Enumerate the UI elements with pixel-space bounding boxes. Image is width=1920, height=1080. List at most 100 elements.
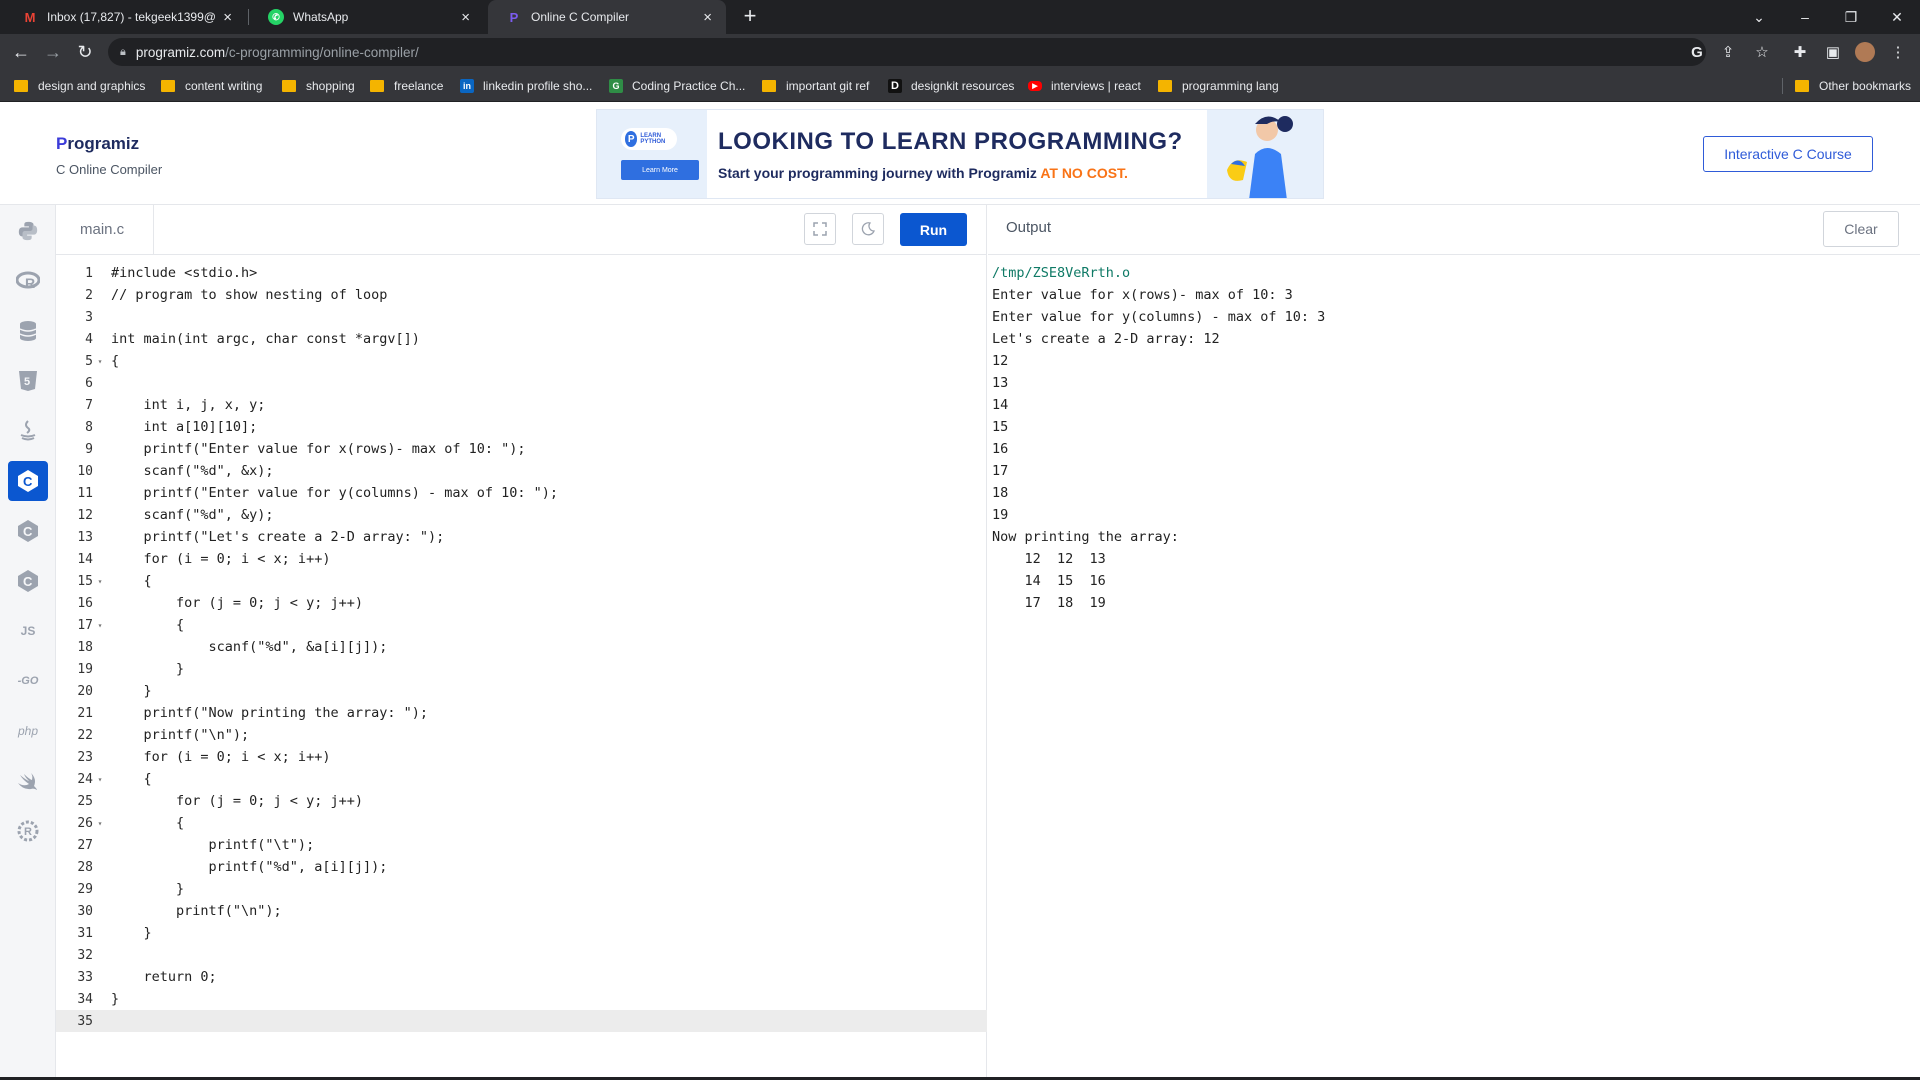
output-console[interactable]: /tmp/ZSE8VeRrth.o Enter value for x(rows)… <box>992 262 1325 614</box>
go-icon[interactable]: -GO <box>8 661 48 701</box>
side-panel-icon[interactable]: ▣ <box>1823 42 1843 62</box>
rust-icon[interactable]: R <box>8 811 48 851</box>
tab-gmail[interactable]: M Inbox (17,827) - tekgeek1399@gm × <box>4 0 246 34</box>
csharp-icon[interactable]: C <box>8 561 48 601</box>
bookmark-item[interactable]: content writing <box>161 77 262 95</box>
learn-more-button[interactable]: Learn More <box>621 160 699 180</box>
javascript-icon[interactable]: JS <box>8 611 48 651</box>
interactive-c-course-button[interactable]: Interactive C Course <box>1703 136 1873 172</box>
bookmark-item[interactable]: shopping <box>282 77 355 95</box>
new-tab-button[interactable]: + <box>738 5 762 29</box>
code-line[interactable]: 21 printf("Now printing the array: "); <box>56 702 987 724</box>
code-line[interactable]: 30 printf("\n"); <box>56 900 987 922</box>
code-line[interactable]: 2 // program to show nesting of loop <box>56 284 987 306</box>
cpp-icon[interactable]: C <box>8 511 48 551</box>
code-line[interactable]: 31 } <box>56 922 987 944</box>
code-line[interactable]: 5 ▾ { <box>56 350 987 372</box>
close-icon[interactable]: × <box>461 9 470 26</box>
minimize-button[interactable]: – <box>1782 0 1828 34</box>
python-icon[interactable] <box>8 211 48 251</box>
forward-icon[interactable]: → <box>40 39 66 65</box>
code-line[interactable]: 35 <box>56 1010 987 1032</box>
code-line[interactable]: 33 return 0; <box>56 966 987 988</box>
fold-arrow-icon[interactable]: ▾ <box>93 357 107 366</box>
code-line[interactable]: 12 scanf("%d", &y); <box>56 504 987 526</box>
code-line[interactable]: 4 int main(int argc, char const *argv[]) <box>56 328 987 350</box>
profile-avatar[interactable] <box>1855 42 1875 62</box>
close-icon[interactable]: × <box>703 9 712 26</box>
php-icon[interactable]: php <box>8 711 48 751</box>
tab-online-c-compiler[interactable]: P Online C Compiler × <box>488 0 726 34</box>
fold-arrow-icon[interactable]: ▾ <box>93 775 107 784</box>
other-bookmarks[interactable]: Other bookmarks <box>1795 77 1911 95</box>
code-line[interactable]: 15 ▾ { <box>56 570 987 592</box>
bookmark-item[interactable]: freelance <box>370 77 443 95</box>
close-icon[interactable]: × <box>223 9 232 26</box>
fullscreen-icon[interactable] <box>804 213 836 245</box>
r-icon[interactable]: R <box>8 261 48 301</box>
bookmark-item[interactable]: ▶ interviews | react <box>1028 77 1141 95</box>
file-tab-main-c[interactable]: main.c <box>56 205 154 254</box>
swift-icon[interactable] <box>8 761 48 801</box>
programiz-logo[interactable]: Programiz <box>56 134 139 154</box>
code-line[interactable]: 13 printf("Let's create a 2-D array: "); <box>56 526 987 548</box>
sql-icon[interactable] <box>8 311 48 351</box>
code-line[interactable]: 8 int a[10][10]; <box>56 416 987 438</box>
dark-mode-icon[interactable] <box>852 213 884 245</box>
code-line[interactable]: 18 scanf("%d", &a[i][j]); <box>56 636 987 658</box>
code-line[interactable]: 22 printf("\n"); <box>56 724 987 746</box>
close-window-button[interactable]: ✕ <box>1874 0 1920 34</box>
code-line[interactable]: 34} <box>56 988 987 1010</box>
share-icon[interactable]: ⇪ <box>1718 42 1738 62</box>
code-line[interactable]: 26 ▾ { <box>56 812 987 834</box>
code-line[interactable]: 25 for (j = 0; j < y; j++) <box>56 790 987 812</box>
code-line[interactable]: 9 printf("Enter value for x(rows)- max o… <box>56 438 987 460</box>
code-line[interactable]: 23 for (i = 0; i < x; i++) <box>56 746 987 768</box>
extensions-icon[interactable]: ✚ <box>1790 42 1810 62</box>
code-line[interactable]: 19 } <box>56 658 987 680</box>
code-line[interactable]: 3 <box>56 306 987 328</box>
code-line[interactable]: 17 ▾ { <box>56 614 987 636</box>
code-line[interactable]: 14 for (i = 0; i < x; i++) <box>56 548 987 570</box>
code-line[interactable]: 29 } <box>56 878 987 900</box>
fold-arrow-icon[interactable]: ▾ <box>93 819 107 828</box>
google-lens-icon[interactable]: G <box>1687 42 1707 62</box>
menu-icon[interactable]: ⋮ <box>1888 42 1908 62</box>
bookmark-item[interactable]: G Coding Practice Ch... <box>609 77 745 95</box>
code-line[interactable]: 10 scanf("%d", &x); <box>56 460 987 482</box>
code-line[interactable]: 32 <box>56 944 987 966</box>
bookmark-item[interactable]: Ddesignkit resources <box>888 77 1014 95</box>
youtube-icon: ▶ <box>1028 81 1042 91</box>
code-line[interactable]: 24 ▾ { <box>56 768 987 790</box>
code-line[interactable]: 20 } <box>56 680 987 702</box>
bookmark-item[interactable]: design and graphics <box>14 77 145 95</box>
code-line[interactable]: 11 printf("Enter value for y(columns) - … <box>56 482 987 504</box>
code-line[interactable]: 28 printf("%d", a[i][j]); <box>56 856 987 878</box>
tab-search-icon[interactable]: ⌄ <box>1736 0 1782 34</box>
bookmark-item[interactable]: in linkedin profile sho... <box>460 77 592 95</box>
restore-button[interactable]: ❐ <box>1828 0 1874 34</box>
code-line[interactable]: 27 printf("\t"); <box>56 834 987 856</box>
address-bar[interactable]: 🔒︎ programiz.com/c-programming/online-co… <box>108 38 1706 66</box>
fold-arrow-icon[interactable]: ▾ <box>93 621 107 630</box>
back-icon[interactable]: ← <box>8 39 34 65</box>
reload-icon[interactable]: ↻ <box>72 39 98 65</box>
html-icon[interactable]: 5 <box>8 361 48 401</box>
clear-button[interactable]: Clear <box>1823 211 1899 247</box>
bookmark-star-icon[interactable]: ☆ <box>1752 42 1772 62</box>
lock-icon[interactable]: 🔒︎ <box>120 46 126 59</box>
fold-arrow-icon[interactable]: ▾ <box>93 577 107 586</box>
c-icon[interactable]: C <box>8 461 48 501</box>
run-button[interactable]: Run <box>900 213 967 246</box>
bookmark-item[interactable]: programming lang <box>1158 77 1279 95</box>
code-line[interactable]: 16 for (j = 0; j < y; j++) <box>56 592 987 614</box>
bookmark-item[interactable]: important git ref <box>762 77 869 95</box>
ad-banner[interactable]: P LEARN PYTHON Learn More LOOKING TO LEAR… <box>596 109 1324 199</box>
tab-whatsapp[interactable]: ✆ WhatsApp × <box>250 0 484 34</box>
code-line[interactable]: 6 <box>56 372 987 394</box>
java-icon[interactable] <box>8 411 48 451</box>
output-line: Enter value for x(rows)- max of 10: 3 <box>992 287 1293 303</box>
code-line[interactable]: 1 #include <stdio.h> <box>56 262 987 284</box>
code-text: // program to show nesting of loop <box>111 287 388 303</box>
code-line[interactable]: 7 int i, j, x, y; <box>56 394 987 416</box>
